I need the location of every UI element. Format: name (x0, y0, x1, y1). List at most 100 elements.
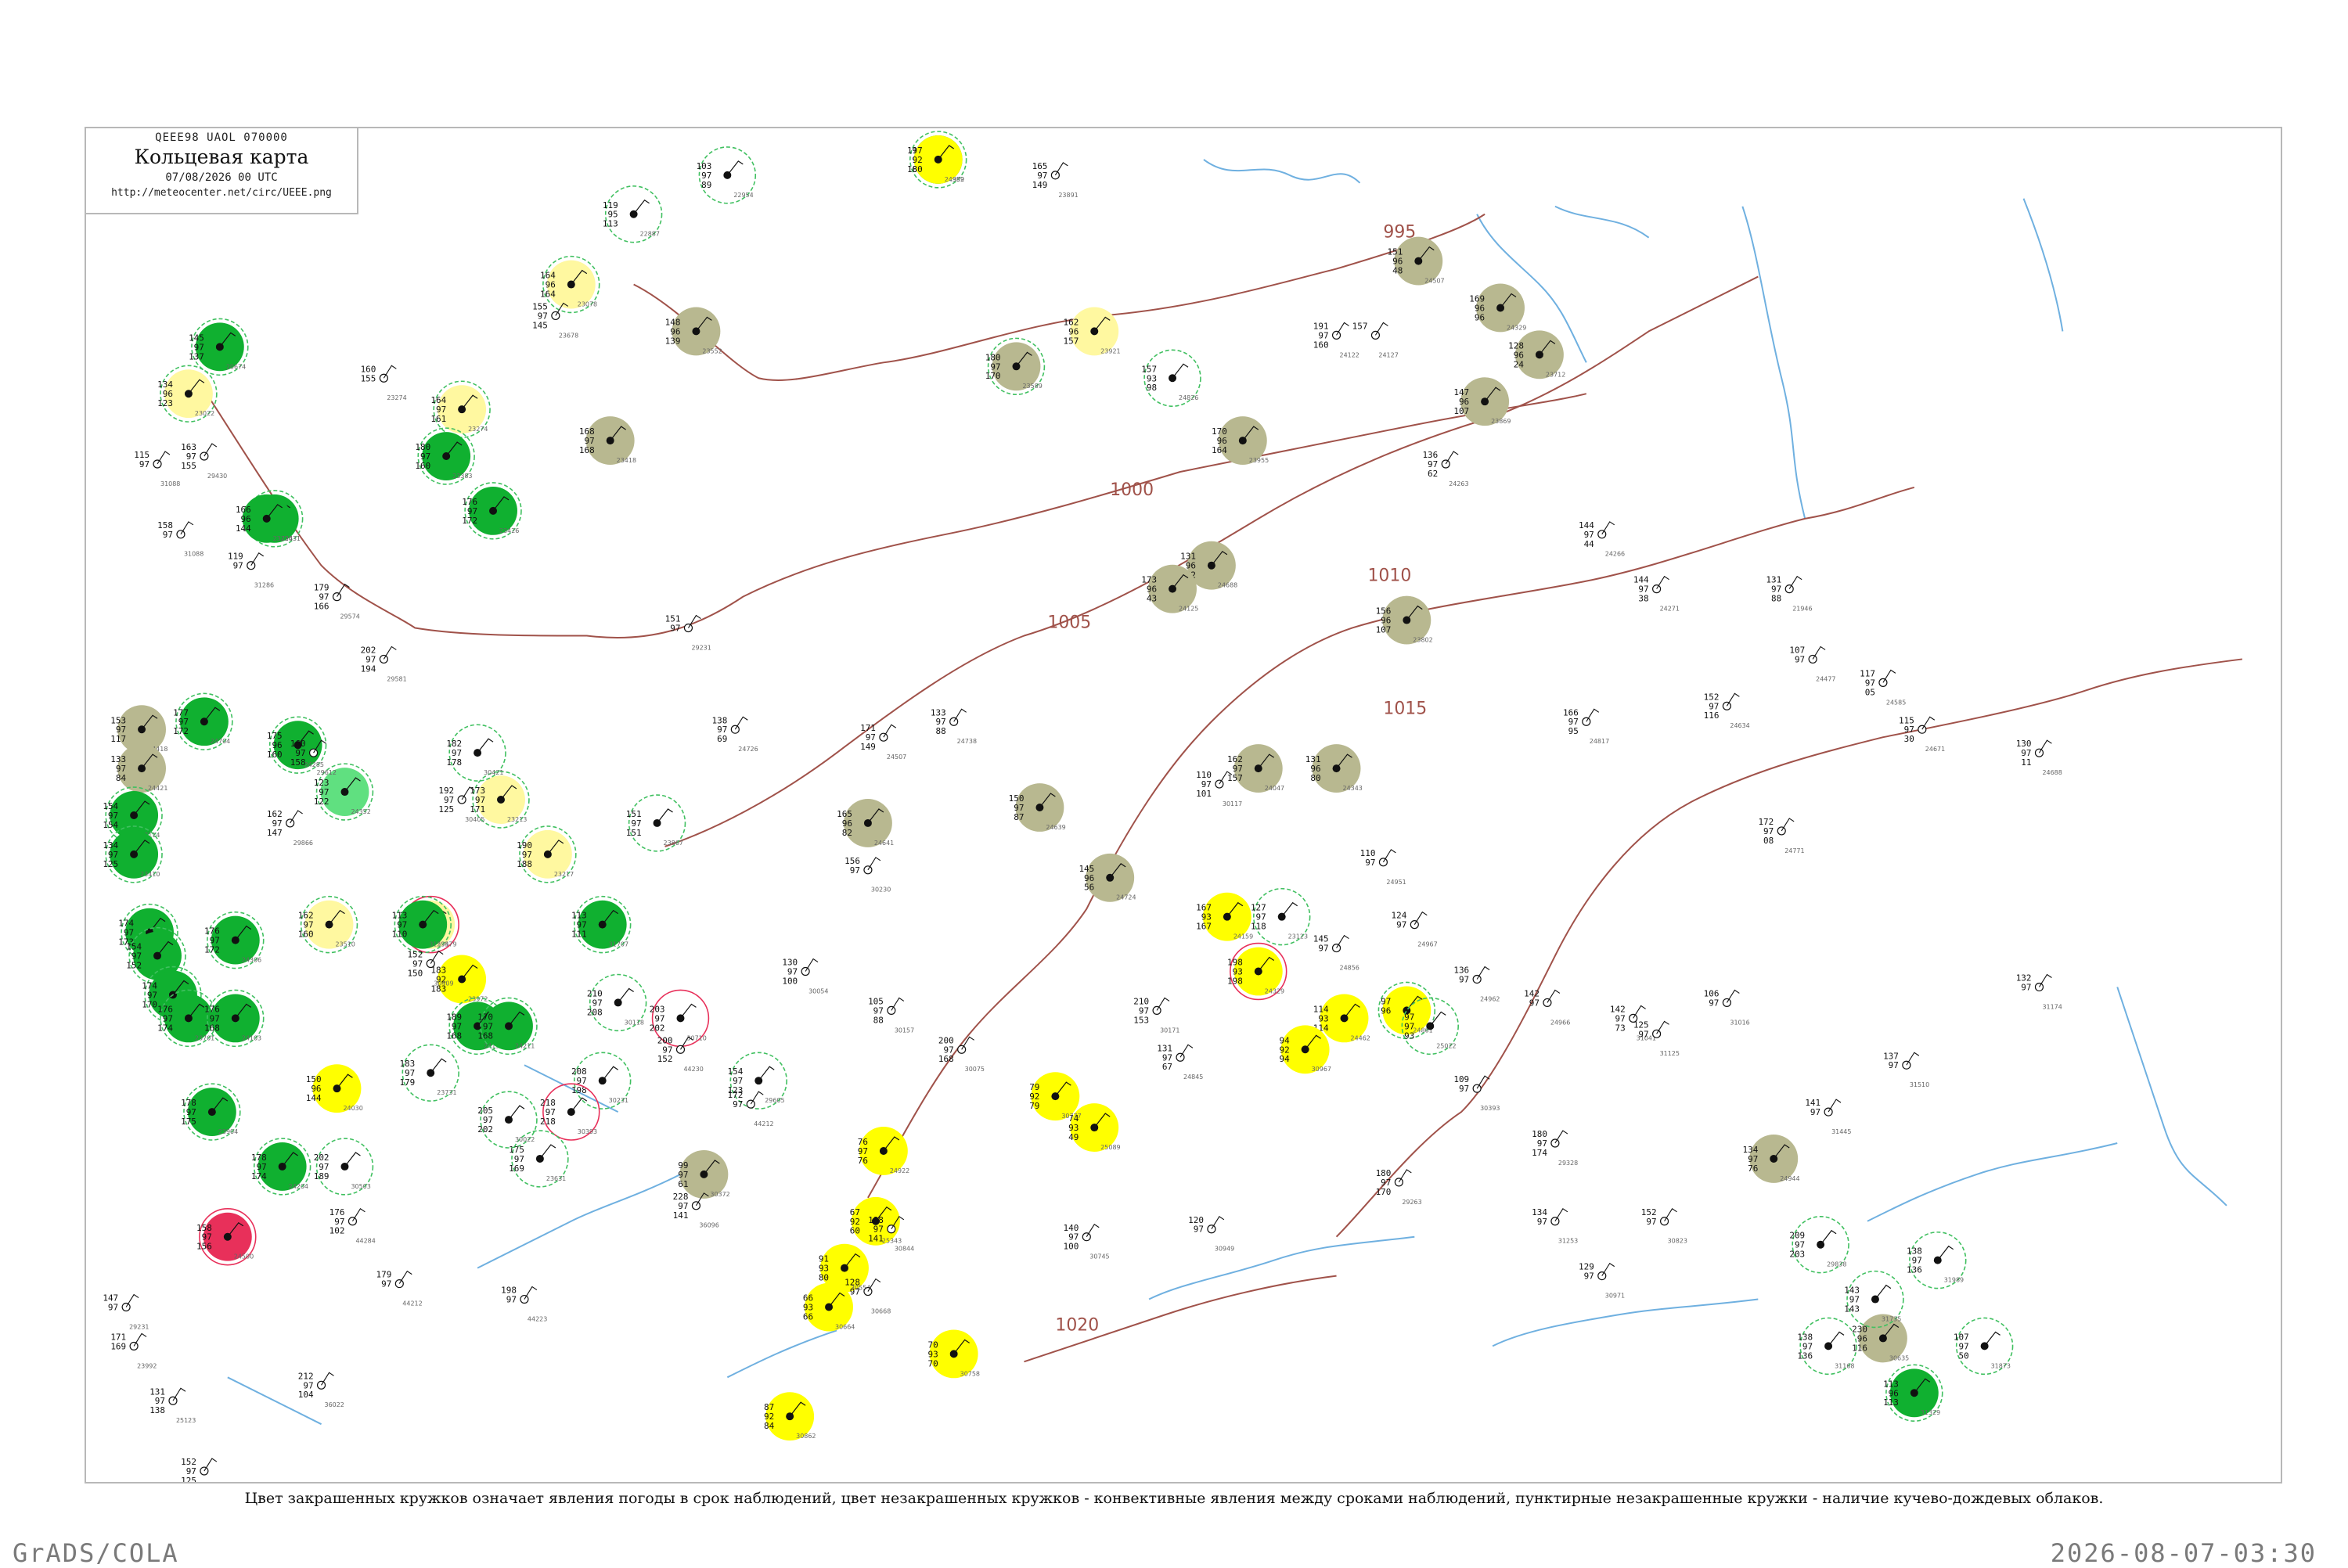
station-marker-plain[interactable]: 1639715529430 (181, 442, 227, 480)
station-marker-plain[interactable]: 1309710030054 (782, 958, 828, 995)
station-marker-plain[interactable]: 136976224263 (1422, 450, 1468, 487)
station-marker-plain[interactable]: 1719714924507 (860, 723, 906, 761)
station-marker-plain[interactable]: 1529712529231 (181, 1457, 227, 1482)
station-marker-plain[interactable]: 1079724477 (1789, 645, 1835, 682)
station-marker-plain[interactable]: 1989744223 (501, 1286, 547, 1323)
station-marker[interactable]: 1479610723869 (1453, 377, 1511, 426)
station-marker-plain[interactable]: 1809717029263 (1376, 1168, 1422, 1206)
station-marker[interactable]: 1279711823123 (1251, 887, 1311, 946)
station-marker-plain[interactable]: 144973824271 (1633, 575, 1680, 613)
station-marker-plain[interactable]: 1349731253 (1532, 1207, 1578, 1245)
station-marker-plain[interactable]: 1629714729866 (267, 809, 313, 847)
station-marker[interactable]: 70937030758 (928, 1329, 981, 1379)
station-marker[interactable]: 107975031873 (1954, 1317, 2014, 1376)
station-marker[interactable]: 134977624944 (1742, 1135, 1800, 1183)
station-marker-plain[interactable]: 144974424266 (1579, 520, 1625, 558)
station-marker-plain[interactable]: 2029719429581 (361, 645, 407, 682)
station-marker-plain[interactable]: 1769710244284 (330, 1207, 376, 1245)
source-url[interactable]: http://meteocenter.net/circ/UEEE.png (86, 187, 357, 199)
station-marker[interactable]: 1989319824329 (1227, 942, 1287, 1001)
station-marker-plain[interactable]: 1529730823 (1641, 1207, 1687, 1245)
station-marker-plain[interactable]: 1329731174 (2016, 973, 2062, 1010)
station-marker-plain[interactable]: 1379731510 (1883, 1051, 1929, 1088)
station-marker[interactable]: 1909718823217 (517, 825, 577, 883)
station-marker[interactable]: 1509614424030 (306, 1064, 363, 1113)
station-marker-plain[interactable]: 133978824738 (931, 707, 977, 745)
station-marker-plain[interactable]: 1409710030745 (1063, 1223, 1109, 1261)
station-marker[interactable]: 1139711131707 (571, 895, 632, 954)
station-marker[interactable]: 79927930777 (1029, 1072, 1082, 1121)
station-marker[interactable]: 145965624724 (1079, 853, 1136, 902)
station-marker[interactable]: 87928430862 (764, 1392, 816, 1441)
station-marker-plain[interactable]: 1799744212 (376, 1270, 423, 1307)
station-marker-plain[interactable]: 1429724966 (1524, 988, 1570, 1026)
station-marker-plain[interactable]: 1659714923891 (1032, 161, 1079, 199)
station-marker-plain[interactable]: 1109724951 (1360, 848, 1406, 886)
station-marker[interactable]: 1809716023383 (415, 427, 475, 485)
station-marker[interactable]: 1489613923552 (665, 307, 722, 356)
station-marker-plain[interactable]: 172970824771 (1758, 817, 1804, 854)
station-marker[interactable]: 1199511322887 (603, 185, 663, 243)
station-marker[interactable]: 169969624329 (1469, 283, 1526, 333)
station-marker-plain[interactable]: 1259731125 (1633, 1020, 1680, 1057)
station-marker[interactable]: 1789717424204 (251, 1138, 312, 1196)
station-marker[interactable]: 1589715624500 (196, 1208, 257, 1266)
station-marker-plain[interactable]: 105978830157 (868, 996, 914, 1034)
station-marker[interactable]: 1829717830421 (446, 724, 506, 782)
station-marker[interactable]: 1649616423078 (540, 255, 600, 314)
station-marker-plain[interactable]: 1519729231 (665, 614, 711, 652)
station-marker[interactable]: 1349612323022 (157, 365, 218, 423)
station-marker[interactable]: 1789717523904 (181, 1083, 241, 1141)
station-marker-plain[interactable]: 1249724967 (1392, 911, 1438, 948)
station-marker[interactable]: 1389713631168 (1797, 1317, 1857, 1376)
station-marker[interactable]: 150978724639 (1009, 783, 1066, 832)
station-marker-plain[interactable]: 1729744212 (727, 1090, 773, 1127)
station-marker[interactable]: 1769717224306 (204, 911, 265, 969)
station-marker[interactable]: 2059720230022 (477, 1091, 538, 1149)
station-marker-plain[interactable]: 117970524585 (1860, 668, 1906, 706)
station-marker-plain[interactable]: 1319713825123 (149, 1386, 196, 1424)
station-marker-plain[interactable]: 1799716629574 (314, 583, 360, 620)
station-marker[interactable]: 1839717923731 (399, 1044, 459, 1102)
station-marker-plain[interactable]: 1209730949 (1188, 1215, 1234, 1253)
station-marker[interactable]: 1569610723802 (1376, 595, 1433, 645)
station-marker[interactable]: 1389713631989 (1907, 1231, 1967, 1289)
station-marker[interactable]: 1629715724047 (1227, 744, 1284, 793)
station-marker-plain[interactable]: 1069731016 (1704, 988, 1750, 1026)
station-marker-plain[interactable]: 1589731088 (157, 520, 203, 558)
station-marker-plain[interactable]: 166979524817 (1563, 707, 1609, 745)
station-marker[interactable]: 1679316724159 (1196, 892, 1253, 941)
station-marker-plain[interactable]: 1419731445 (1805, 1098, 1851, 1135)
station-marker-plain[interactable]: 1299730971 (1579, 1262, 1625, 1300)
station-marker[interactable]: 1809717023589 (985, 337, 1046, 396)
station-marker-plain[interactable]: 115973024671 (1899, 715, 1945, 753)
station-marker[interactable]: 2029718930503 (314, 1138, 374, 1196)
station-marker[interactable]: 165968224641 (837, 799, 894, 847)
station-marker[interactable]: 131968024343 (1305, 744, 1363, 793)
station-marker[interactable]: 1689716823418 (579, 416, 636, 466)
station-marker[interactable]: 2099720329838 (1789, 1215, 1849, 1274)
station-marker-plain[interactable]: 1479729231 (103, 1293, 149, 1331)
station-marker-plain[interactable]: 130971124688 (2016, 739, 2062, 776)
station-marker-plain[interactable]: 2109715330171 (1133, 996, 1179, 1034)
station-marker-plain[interactable]: 138976924726 (712, 715, 758, 753)
station-marker[interactable]: 1769717223426 (462, 482, 522, 540)
station-marker-plain[interactable]: 131978821946 (1766, 575, 1812, 613)
station-marker[interactable]: 74934925089 (1068, 1103, 1121, 1152)
station-marker-plain[interactable]: 1159731088 (134, 450, 180, 487)
station-marker[interactable]: 151964824507 (1388, 236, 1445, 286)
station-marker-plain[interactable]: 1569730230 (844, 856, 891, 894)
station-marker-plain[interactable]: 1369724962 (1453, 966, 1500, 1003)
station-marker-plain[interactable]: 1529711624634 (1704, 692, 1750, 729)
station-marker[interactable]: 103978922954 (697, 146, 757, 204)
station-marker-plain[interactable]: 1459724856 (1313, 934, 1359, 972)
station-marker-plain[interactable]: 131976724845 (1157, 1043, 1203, 1081)
station-marker-plain[interactable]: 2129710436022 (298, 1371, 344, 1408)
station-marker[interactable]: 1779717224704 (173, 692, 233, 750)
map-canvas[interactable]: 995 1000 1005 1010 1015 1020 11697106243… (86, 128, 2281, 1482)
station-marker[interactable]: 76977624922 (858, 1127, 910, 1175)
station-marker[interactable]: 1709616423955 (1212, 416, 1269, 466)
station-marker[interactable]: 128962423712 (1508, 330, 1565, 379)
station-marker-plain[interactable]: 17116923992 (110, 1332, 157, 1369)
station-marker[interactable]: 1519715123867 (626, 794, 686, 852)
